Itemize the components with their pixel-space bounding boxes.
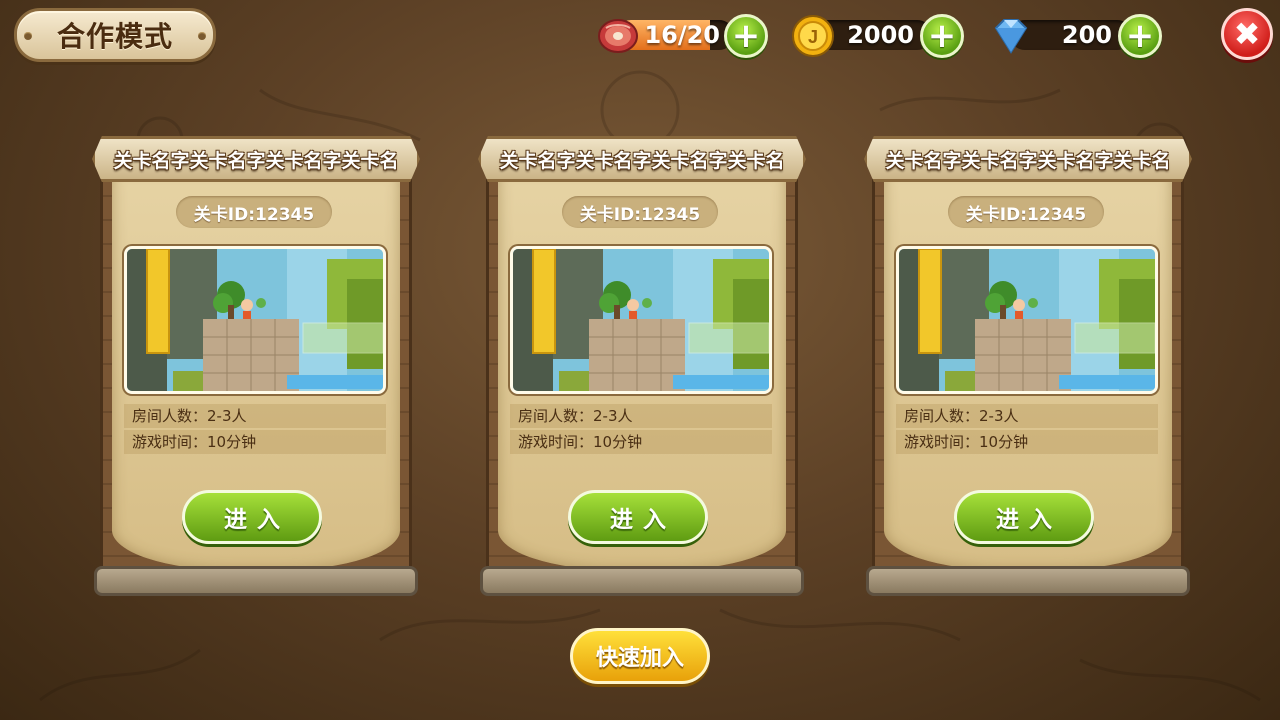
level-preview-image	[896, 246, 1158, 394]
page-title: 合作模式	[56, 20, 173, 53]
level-name-banner: 关卡名字关卡名字关卡名字关卡名	[478, 136, 806, 182]
level-name-banner: 关卡名字关卡名字关卡名字关卡名	[864, 136, 1192, 182]
level-preview-art	[899, 249, 1155, 391]
game-time-info: 游戏时间：10分钟	[896, 430, 1158, 454]
enter-level-button[interactable]: 进入	[182, 490, 322, 544]
level-card: 关卡名字关卡名字关卡名字关卡名 关卡ID:12345 房间人数：2-3人 游戏时…	[864, 132, 1192, 602]
gem-counter: 200 +	[988, 14, 1168, 58]
mode-title-plate: 合作模式	[14, 8, 216, 62]
bolt-icon	[24, 32, 32, 40]
add-gems-button[interactable]: +	[1118, 14, 1162, 58]
enter-level-button[interactable]: 进入	[568, 490, 708, 544]
level-id-badge: 关卡ID:12345	[948, 196, 1104, 228]
level-preview-image	[510, 246, 772, 394]
coin-icon: J	[792, 15, 834, 57]
level-name: 关卡名字关卡名字关卡名字关卡名	[885, 149, 1171, 172]
level-id-badge: 关卡ID:12345	[562, 196, 718, 228]
close-icon: ✖	[1233, 15, 1261, 53]
diamond-icon	[994, 19, 1028, 54]
stamina-value: 16/20	[644, 21, 720, 49]
room-players-info: 房间人数：2-3人	[896, 404, 1158, 428]
add-stamina-button[interactable]: +	[724, 14, 768, 58]
level-id-badge: 关卡ID:12345	[176, 196, 332, 228]
meat-icon	[598, 19, 638, 53]
add-coins-button[interactable]: +	[920, 14, 964, 58]
enter-level-button[interactable]: 进入	[954, 490, 1094, 544]
close-button[interactable]: ✖	[1221, 8, 1273, 60]
card-stone-base	[866, 566, 1190, 596]
level-name-banner: 关卡名字关卡名字关卡名字关卡名	[92, 136, 420, 182]
level-preview-image	[124, 246, 386, 394]
level-preview-art	[513, 249, 769, 391]
coin-counter: 2000 J +	[790, 14, 970, 58]
level-card: 关卡名字关卡名字关卡名字关卡名 关卡ID:12345 房间人数：2-3人 游戏时…	[92, 132, 420, 602]
game-time-info: 游戏时间：10分钟	[510, 430, 772, 454]
card-stone-base	[94, 566, 418, 596]
quick-join-button[interactable]: 快速加入	[570, 628, 710, 684]
bolt-icon	[198, 32, 206, 40]
gem-value: 200	[1061, 21, 1112, 49]
level-card: 关卡名字关卡名字关卡名字关卡名 关卡ID:12345 房间人数：2-3人 游戏时…	[478, 132, 806, 602]
room-players-info: 房间人数：2-3人	[510, 404, 772, 428]
room-players-info: 房间人数：2-3人	[124, 404, 386, 428]
svg-text:J: J	[808, 27, 818, 47]
card-stone-base	[480, 566, 804, 596]
level-preview-art	[127, 249, 383, 391]
level-name: 关卡名字关卡名字关卡名字关卡名	[499, 149, 785, 172]
level-name: 关卡名字关卡名字关卡名字关卡名	[113, 149, 399, 172]
coin-value: 2000	[847, 21, 914, 49]
stamina-counter: 16/20 +	[594, 14, 774, 58]
game-time-info: 游戏时间：10分钟	[124, 430, 386, 454]
